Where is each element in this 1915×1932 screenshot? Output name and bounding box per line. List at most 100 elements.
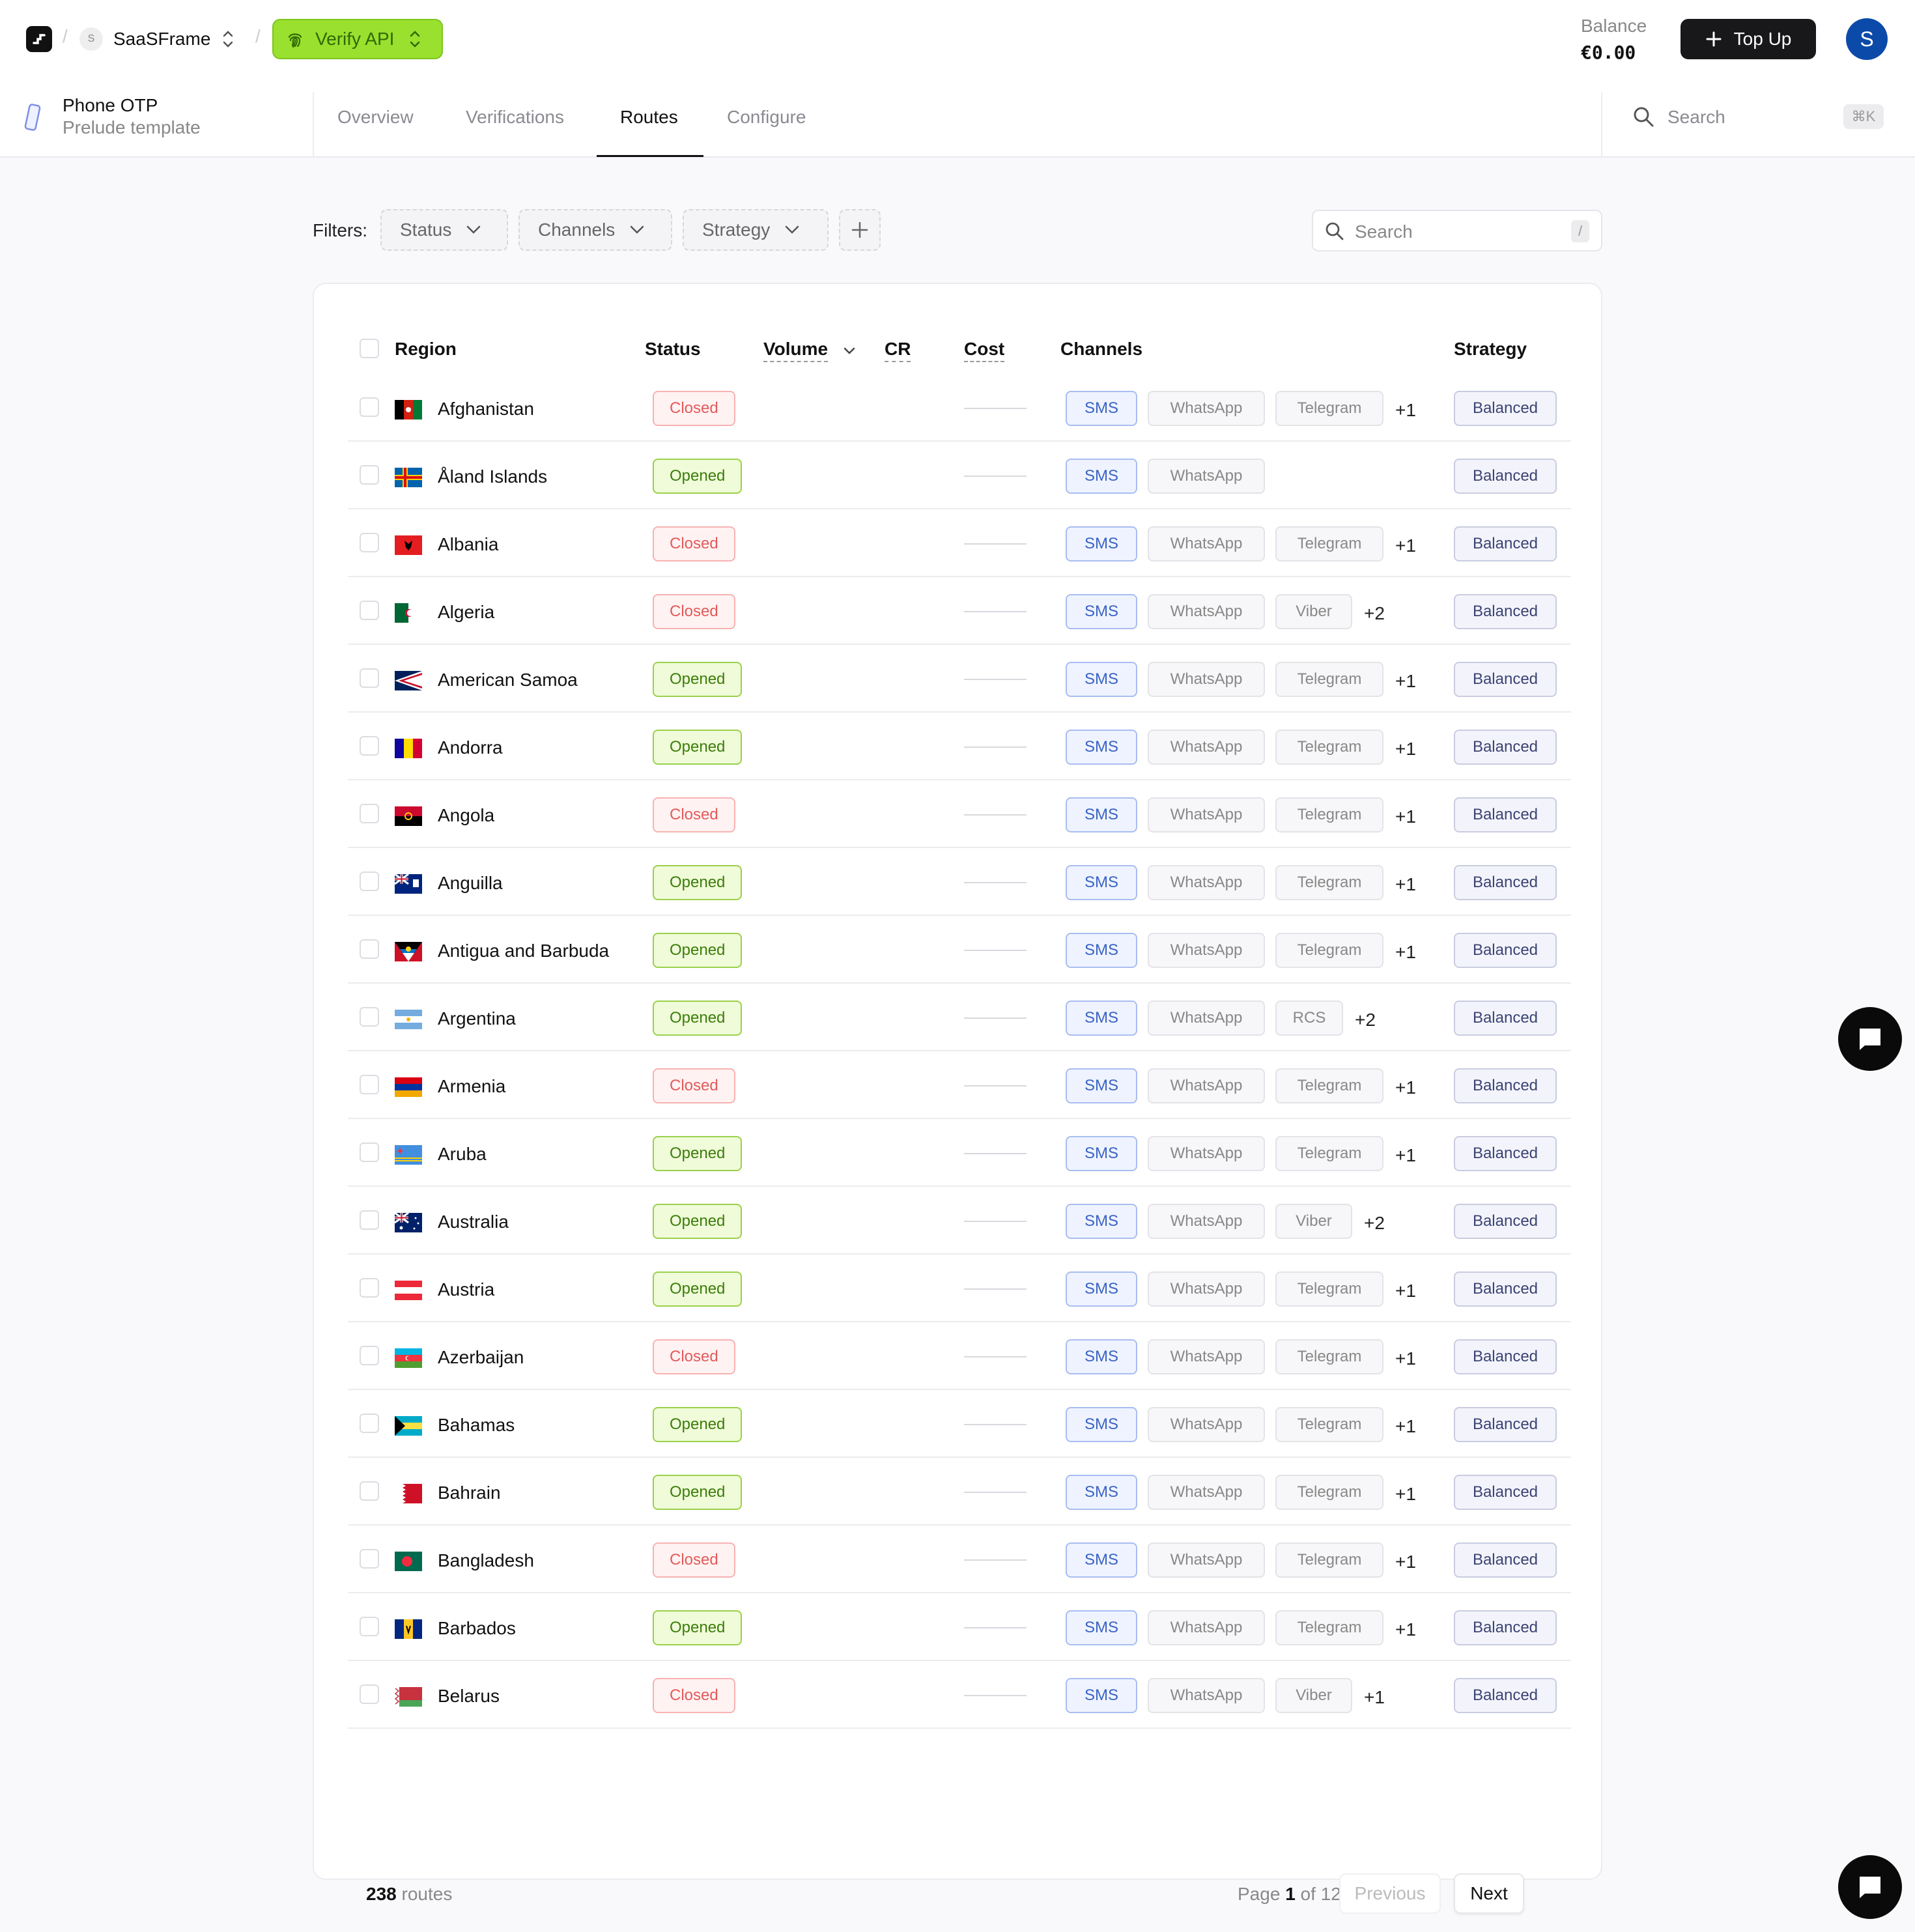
workspace-avatar[interactable]: S — [79, 27, 103, 51]
channel-overflow-count[interactable]: +2 — [1364, 603, 1385, 624]
table-row[interactable]: Albania Closed SMS WhatsApp Telegram +1 Balanc… — [348, 509, 1571, 577]
table-row[interactable]: Belarus Closed SMS WhatsApp Viber +1 Balanced — [348, 1661, 1571, 1729]
region-name[interactable]: Azerbaijan — [438, 1347, 524, 1368]
channel-overflow-count[interactable]: +1 — [1395, 1552, 1416, 1572]
region-name[interactable]: Australia — [438, 1212, 509, 1232]
tab-routes[interactable]: Routes — [620, 107, 678, 128]
table-row[interactable]: Anguilla Opened SMS WhatsApp Telegram +1 Balan… — [348, 848, 1571, 916]
table-row[interactable]: Bahrain Opened SMS WhatsApp Telegram +1 Balanc… — [348, 1458, 1571, 1526]
column-header-volume[interactable]: Volume — [763, 339, 829, 362]
channel-overflow-count[interactable]: +1 — [1395, 1619, 1416, 1640]
global-search-input[interactable]: Search — [1667, 107, 1725, 128]
table-row[interactable]: Afghanistan Closed SMS WhatsApp Telegram +1 Ba… — [348, 374, 1571, 442]
filter-strategy[interactable]: Strategy — [683, 209, 829, 251]
channel-overflow-count[interactable]: +1 — [1395, 1484, 1416, 1505]
row-checkbox[interactable] — [360, 1549, 379, 1569]
channel-overflow-count[interactable]: +1 — [1395, 535, 1416, 556]
region-name[interactable]: Bahamas — [438, 1415, 515, 1436]
channel-overflow-count[interactable]: +1 — [1395, 671, 1416, 692]
row-checkbox[interactable] — [360, 1007, 379, 1027]
row-checkbox[interactable] — [360, 465, 379, 485]
search-icon[interactable] — [1632, 106, 1654, 128]
row-checkbox[interactable] — [360, 1346, 379, 1365]
table-row[interactable]: Armenia Closed SMS WhatsApp Telegram +1 Balanc… — [348, 1051, 1571, 1119]
top-up-button[interactable]: Top Up — [1681, 19, 1816, 59]
region-name[interactable]: Afghanistan — [438, 399, 534, 419]
channel-overflow-count[interactable]: +1 — [1395, 739, 1416, 760]
chevron-updown-icon[interactable] — [221, 27, 234, 51]
column-header-region[interactable]: Region — [395, 339, 457, 360]
row-checkbox[interactable] — [360, 1278, 379, 1298]
table-row[interactable]: Algeria Closed SMS WhatsApp Viber +2 Balanced — [348, 577, 1571, 645]
region-name[interactable]: Anguilla — [438, 873, 503, 894]
row-checkbox[interactable] — [360, 668, 379, 688]
channel-overflow-count[interactable]: +1 — [1395, 942, 1416, 963]
region-name[interactable]: Belarus — [438, 1686, 500, 1707]
region-name[interactable]: American Samoa — [438, 670, 578, 690]
tab-configure[interactable]: Configure — [727, 107, 806, 128]
table-row[interactable]: Åland Islands Opened SMS WhatsApp Balanced — [348, 442, 1571, 509]
channel-overflow-count[interactable]: +1 — [1395, 806, 1416, 827]
table-row[interactable]: Angola Closed SMS WhatsApp Telegram +1 Balance… — [348, 780, 1571, 848]
table-row[interactable]: Austria Opened SMS WhatsApp Telegram +1 Balanc… — [348, 1255, 1571, 1322]
region-name[interactable]: Aruba — [438, 1144, 487, 1165]
user-avatar[interactable]: S — [1846, 18, 1888, 60]
channel-overflow-count[interactable]: +1 — [1395, 1416, 1416, 1437]
chat-widget-button[interactable] — [1838, 1007, 1902, 1071]
column-header-cost[interactable]: Cost — [964, 339, 1005, 362]
column-header-status[interactable]: Status — [645, 339, 701, 360]
region-name[interactable]: Armenia — [438, 1076, 505, 1097]
row-checkbox[interactable] — [360, 601, 379, 620]
region-name[interactable]: Algeria — [438, 602, 494, 623]
row-checkbox[interactable] — [360, 804, 379, 823]
region-name[interactable]: Bangladesh — [438, 1550, 534, 1571]
row-checkbox[interactable] — [360, 1684, 379, 1704]
row-checkbox[interactable] — [360, 1210, 379, 1230]
region-name[interactable]: Angola — [438, 805, 494, 826]
region-name[interactable]: Argentina — [438, 1008, 516, 1029]
region-name[interactable]: Albania — [438, 534, 498, 555]
region-name[interactable]: Åland Islands — [438, 466, 547, 487]
table-row[interactable]: Aruba Opened SMS WhatsApp Telegram +1 Balanced — [348, 1119, 1571, 1187]
next-page-button[interactable]: Next — [1454, 1873, 1524, 1914]
channel-overflow-count[interactable]: +1 — [1395, 1348, 1416, 1369]
table-search-input[interactable]: Search / — [1312, 210, 1602, 251]
channel-overflow-count[interactable]: +1 — [1395, 1145, 1416, 1166]
chat-widget-button[interactable] — [1838, 1855, 1902, 1919]
row-checkbox[interactable] — [360, 1617, 379, 1636]
region-name[interactable]: Antigua and Barbuda — [438, 941, 609, 961]
region-name[interactable]: Andorra — [438, 737, 503, 758]
app-logo[interactable] — [26, 26, 52, 52]
add-filter-button[interactable] — [839, 209, 881, 251]
region-name[interactable]: Bahrain — [438, 1483, 501, 1503]
channel-overflow-count[interactable]: +2 — [1355, 1010, 1376, 1030]
channel-overflow-count[interactable]: +1 — [1395, 1281, 1416, 1301]
column-header-cr[interactable]: CR — [885, 339, 911, 362]
table-row[interactable]: Bangladesh Closed SMS WhatsApp Telegram +1 Bal… — [348, 1526, 1571, 1593]
sort-chevron-down-icon[interactable] — [843, 347, 856, 356]
tab-verifications[interactable]: Verifications — [466, 107, 564, 128]
table-row[interactable]: Barbados Opened SMS WhatsApp Telegram +1 Balan… — [348, 1593, 1571, 1661]
row-checkbox[interactable] — [360, 872, 379, 891]
filter-status[interactable]: Status — [380, 209, 508, 251]
row-checkbox[interactable] — [360, 1143, 379, 1162]
select-all-checkbox[interactable] — [360, 339, 379, 358]
row-checkbox[interactable] — [360, 1075, 379, 1094]
workspace-name[interactable]: SaaSFrame — [113, 29, 210, 50]
channel-overflow-count[interactable]: +1 — [1395, 400, 1416, 421]
tab-overview[interactable]: Overview — [337, 107, 414, 128]
channel-overflow-count[interactable]: +1 — [1364, 1687, 1385, 1708]
region-name[interactable]: Austria — [438, 1279, 494, 1300]
table-row[interactable]: Azerbaijan Closed SMS WhatsApp Telegram +1 Bal… — [348, 1322, 1571, 1390]
filter-channels[interactable]: Channels — [518, 209, 672, 251]
product-switcher-button[interactable]: Verify API — [272, 19, 443, 59]
row-checkbox[interactable] — [360, 1413, 379, 1433]
channel-overflow-count[interactable]: +1 — [1395, 874, 1416, 895]
row-checkbox[interactable] — [360, 1481, 379, 1501]
channel-overflow-count[interactable]: +2 — [1364, 1213, 1385, 1234]
region-name[interactable]: Barbados — [438, 1618, 516, 1639]
table-row[interactable]: Andorra Opened SMS WhatsApp Telegram +1 Balanc… — [348, 713, 1571, 780]
row-checkbox[interactable] — [360, 736, 379, 756]
table-row[interactable]: Argentina Opened SMS WhatsApp RCS +2 Balanced — [348, 984, 1571, 1051]
row-checkbox[interactable] — [360, 397, 379, 417]
